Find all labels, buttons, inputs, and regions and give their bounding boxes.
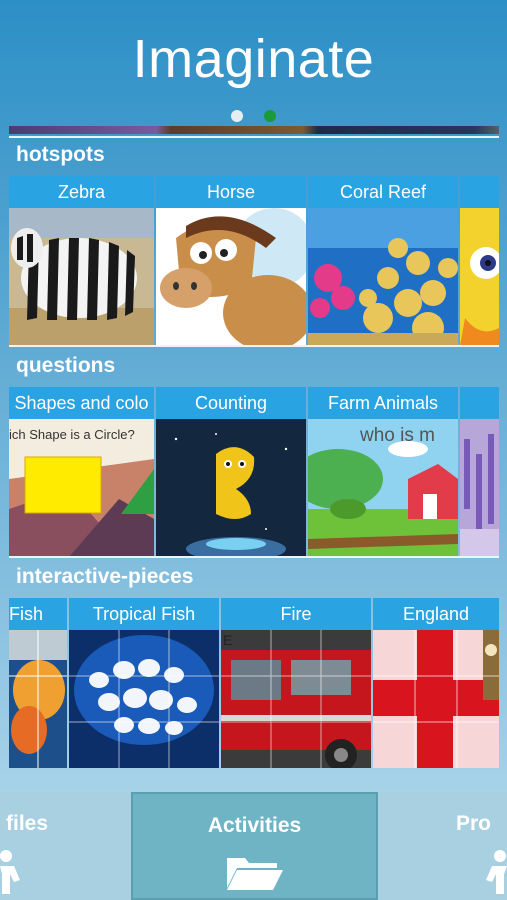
page-indicator — [0, 110, 507, 122]
counting-image — [156, 419, 306, 557]
person-icon — [0, 850, 20, 894]
hotspots-row[interactable]: Zebra Horse Coral Reef — [9, 176, 499, 346]
bottom-nav: files Activities Pro — [0, 792, 507, 900]
page-dot-2-active[interactable] — [264, 110, 276, 122]
interactive-pieces-row[interactable]: Fish Tropical Fish Fire E England — [9, 598, 499, 768]
section-divider — [9, 556, 499, 558]
app-title: Imaginate — [132, 29, 375, 89]
cartoon-image — [460, 208, 499, 346]
england-image — [373, 630, 499, 768]
tab-activities[interactable]: Activities — [131, 792, 378, 900]
tile-fire[interactable]: Fire E — [221, 598, 371, 768]
fish-image — [9, 630, 67, 768]
section-divider — [9, 136, 499, 138]
tile-title-farm-animals: Farm Animals — [308, 387, 458, 419]
tab-profile[interactable]: Pro — [378, 792, 507, 900]
tile-counting[interactable]: Counting — [156, 387, 306, 557]
tab-label-profile: Pro — [456, 812, 492, 835]
tile-horse[interactable]: Horse — [156, 176, 306, 346]
tropical-fish-image — [69, 630, 219, 768]
zebra-image — [9, 208, 154, 346]
tile-title-partial-hotspot — [460, 176, 499, 208]
tile-title-england: England — [373, 598, 499, 630]
section-label-interactive-pieces: interactive-pieces — [16, 565, 194, 588]
shapes-question-text: ich Shape is a Circle? — [9, 427, 135, 442]
tile-zebra[interactable]: Zebra — [9, 176, 154, 346]
tile-title-zebra: Zebra — [9, 176, 154, 208]
horse-image — [156, 208, 306, 346]
tile-farm-animals[interactable]: Farm Animals who is m — [308, 387, 458, 557]
tile-title-counting: Counting — [156, 387, 306, 419]
tile-partial-hotspot[interactable] — [460, 176, 499, 346]
folder-open-icon — [227, 858, 283, 890]
fire-truck-text: E — [223, 632, 233, 648]
tile-title-shapes-and-colors: Shapes and colo — [9, 387, 154, 419]
tile-title-fire: Fire — [221, 598, 371, 630]
farm-question-text: who is m — [360, 425, 435, 446]
tab-label-activities: Activities — [207, 814, 302, 837]
tile-title-horse: Horse — [156, 176, 306, 208]
tile-shapes-and-colors[interactable]: Shapes and colo ich Shape is a Circle? — [9, 387, 154, 557]
coral-reef-image — [308, 208, 458, 346]
tile-title-partial-question — [460, 387, 499, 419]
tile-coral-reef[interactable]: Coral Reef — [308, 176, 458, 346]
tab-label-files: files — [6, 812, 49, 835]
fire-image: E — [221, 630, 371, 768]
tile-partial-question[interactable] — [460, 387, 499, 557]
page-dot-1[interactable] — [231, 110, 243, 122]
farm-animals-image: who is m — [308, 419, 458, 557]
tile-tropical-fish[interactable]: Tropical Fish — [69, 598, 219, 768]
section-label-hotspots: hotspots — [16, 143, 105, 166]
person-icon — [486, 850, 507, 894]
tile-title-coral-reef: Coral Reef — [308, 176, 458, 208]
lavender-image — [460, 419, 499, 557]
questions-row[interactable]: Shapes and colo ich Shape is a Circle? C… — [9, 387, 499, 557]
section-divider — [9, 345, 499, 347]
tile-title-tropical-fish: Tropical Fish — [69, 598, 219, 630]
tab-files[interactable]: files — [0, 792, 131, 900]
tile-title-fish: Fish — [9, 598, 67, 630]
section-label-questions: questions — [16, 354, 116, 377]
shapes-image: ich Shape is a Circle? — [9, 419, 154, 557]
tile-fish[interactable]: Fish — [9, 598, 67, 768]
tile-england[interactable]: England — [373, 598, 499, 768]
previous-row-strip — [9, 126, 499, 134]
